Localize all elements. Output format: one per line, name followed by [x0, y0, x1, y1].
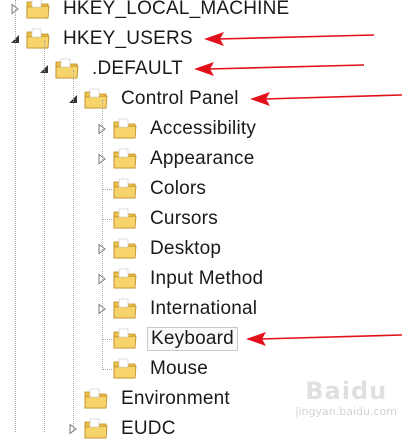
- tree-item-desktop[interactable]: Desktop: [95, 235, 224, 263]
- tree-guide-line: [102, 100, 103, 368]
- tree-item-mouse[interactable]: Mouse: [95, 355, 211, 383]
- tree-item-environment[interactable]: Environment: [66, 385, 233, 413]
- tree-guide-branch: [102, 219, 112, 220]
- tree-item-label: Accessibility: [150, 118, 257, 139]
- tree-item-label: HKEY_USERS: [63, 28, 193, 49]
- tree-item-input-method[interactable]: Input Method: [95, 265, 266, 293]
- tree-item-hkey-local-machine[interactable]: HKEY_LOCAL_MACHINE: [8, 0, 292, 23]
- tree-item-hkey-users[interactable]: HKEY_USERS: [8, 25, 196, 53]
- registry-tree: HKEY_LOCAL_MACHINE HKEY_USERS .DEFAULT Cont…: [0, 0, 409, 439]
- folder-icon: [113, 298, 137, 320]
- folder-icon: [113, 208, 137, 230]
- tree-item-eudc[interactable]: EUDC: [66, 415, 179, 443]
- folder-icon: [26, 0, 50, 20]
- tree-item-accessibility[interactable]: Accessibility: [95, 115, 259, 143]
- tree-item-default[interactable]: .DEFAULT: [37, 55, 186, 83]
- folder-icon: [113, 148, 137, 170]
- tree-guide-branch: [102, 339, 112, 340]
- tree-guide-branch: [102, 369, 112, 370]
- tree-guide-line: [73, 70, 74, 432]
- folder-icon: [55, 58, 79, 80]
- tree-item-label: Input Method: [150, 268, 264, 289]
- watermark: Baidu jingyan.baidu.com: [295, 377, 397, 418]
- tree-guide-branch: [102, 189, 112, 190]
- tree-item-colors[interactable]: Colors: [95, 175, 209, 203]
- tree-guide-line: [15, 0, 16, 432]
- tree-item-label: Colors: [150, 178, 207, 199]
- tree-item-cursors[interactable]: Cursors: [95, 205, 221, 233]
- folder-icon: [113, 178, 137, 200]
- tree-item-label: Appearance: [150, 148, 255, 169]
- tree-item-label: Mouse: [150, 358, 209, 379]
- folder-icon: [84, 418, 108, 440]
- tree-item-appearance[interactable]: Appearance: [95, 145, 257, 173]
- folder-icon: [113, 328, 137, 350]
- tree-item-label: .DEFAULT: [92, 58, 183, 79]
- tree-item-label: HKEY_LOCAL_MACHINE: [63, 0, 290, 19]
- folder-icon: [113, 268, 137, 290]
- tree-guide-line: [44, 40, 45, 432]
- tree-item-label: Environment: [121, 388, 230, 409]
- tree-item-label: Keyboard: [147, 327, 238, 351]
- tree-item-label: EUDC: [121, 418, 176, 439]
- watermark-domain: jingyan.baidu.com: [295, 405, 397, 418]
- tree-item-label: International: [150, 298, 258, 319]
- folder-icon: [84, 388, 108, 410]
- folder-icon: [84, 88, 108, 110]
- tree-item-label: Control Panel: [121, 88, 239, 109]
- folder-icon: [26, 28, 50, 50]
- folder-icon: [113, 118, 137, 140]
- tree-item-label: Cursors: [150, 208, 218, 229]
- tree-item-international[interactable]: International: [95, 295, 260, 323]
- tree-item-control-panel[interactable]: Control Panel: [66, 85, 242, 113]
- folder-icon: [113, 238, 137, 260]
- tree-item-keyboard[interactable]: Keyboard: [95, 325, 238, 353]
- folder-icon: [113, 358, 137, 380]
- watermark-brand: Baidu: [305, 377, 388, 405]
- tree-item-label: Desktop: [150, 238, 222, 259]
